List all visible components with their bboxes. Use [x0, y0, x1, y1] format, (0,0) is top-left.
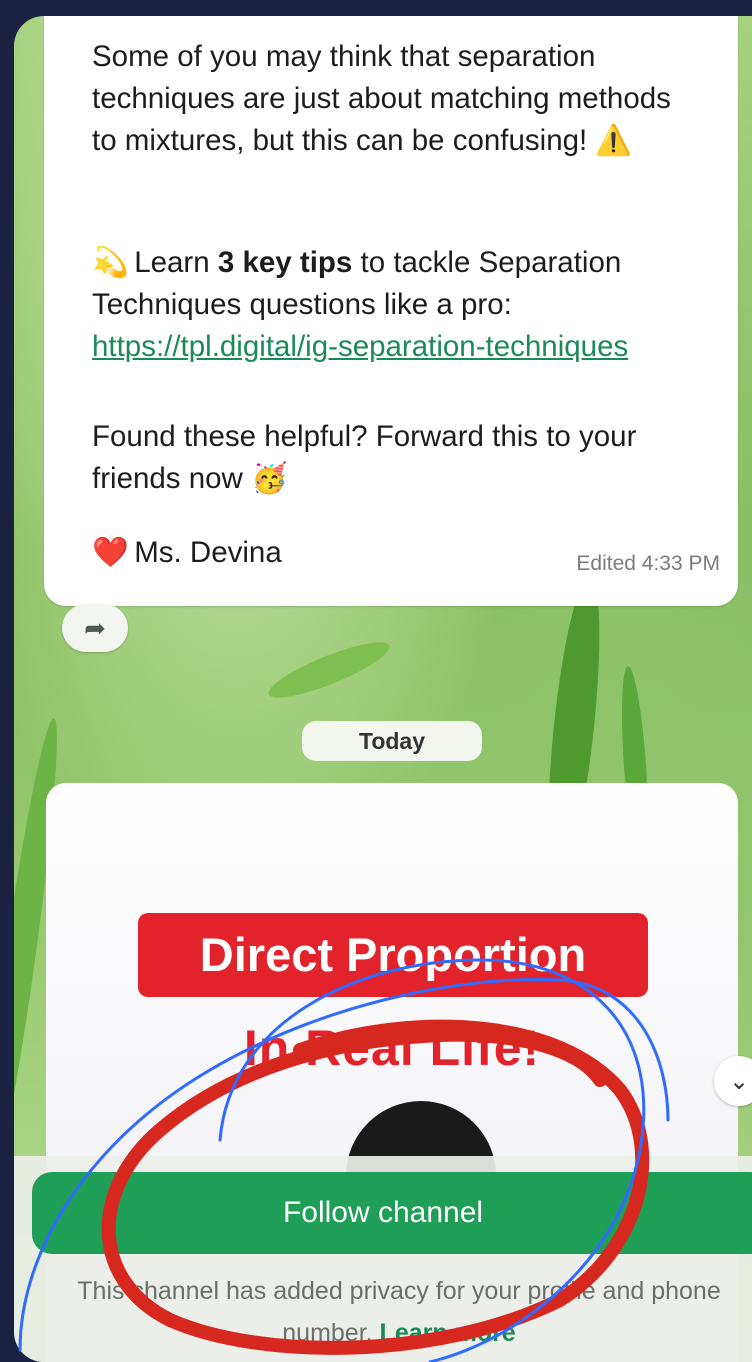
forward-arrow-icon: ➦ [84, 612, 106, 643]
signature: ❤️ Ms. Devina [92, 536, 282, 569]
forward-button[interactable]: ➦ [62, 604, 128, 652]
heart-icon: ❤️ [92, 536, 129, 569]
post-banner: Direct Proportion [138, 913, 648, 997]
post-subtitle: In Real Life! [243, 1020, 541, 1076]
chevron-down-icon: ⌄ [728, 1067, 750, 1095]
follow-channel-button[interactable]: Follow channel [32, 1172, 752, 1254]
learn-more-link[interactable]: Learn more [380, 1319, 516, 1347]
message-paragraph-1: Some of you may think that separation te… [92, 36, 702, 162]
follow-panel: Follow channel This channel has added pr… [14, 1156, 752, 1362]
channel-screen: Some of you may think that separation te… [14, 16, 752, 1362]
party-face-icon: 🥳 [251, 462, 288, 495]
date-separator: Today [302, 721, 482, 761]
edited-timestamp: Edited 4:33 PM [576, 552, 720, 575]
article-link[interactable]: https://tpl.digital/ig-separation-techni… [92, 330, 628, 363]
warning-icon: ⚠️ [595, 124, 633, 157]
privacy-notice: This channel has added privacy for your … [77, 1277, 721, 1347]
message-paragraph-3: Found these helpful? Forward this to you… [92, 416, 722, 500]
message-bubble[interactable]: Some of you may think that separation te… [44, 16, 738, 606]
grass-blade [263, 632, 395, 708]
dizzy-icon: 💫 [92, 246, 129, 279]
message-paragraph-2: 💫 Learn 3 key tips to tackle Separation … [92, 242, 722, 368]
